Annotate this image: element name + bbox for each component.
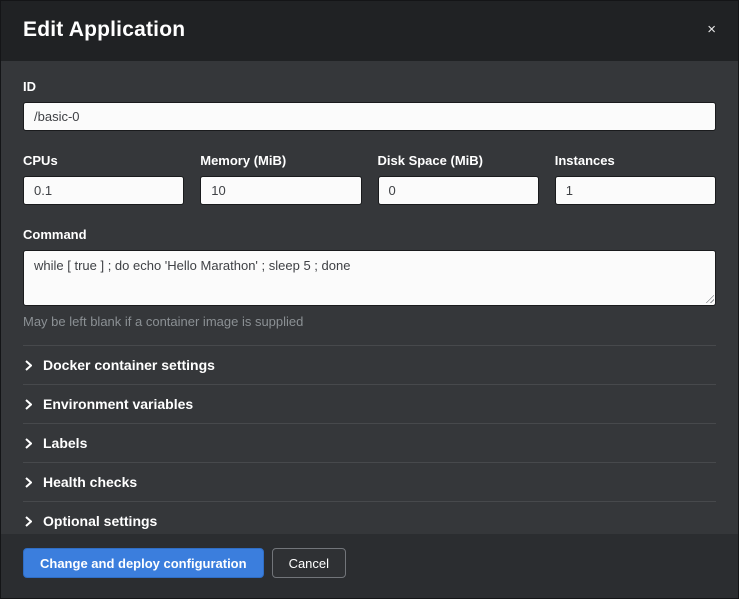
cancel-button[interactable]: Cancel xyxy=(272,548,346,578)
modal-title: Edit Application xyxy=(23,18,185,42)
section-label: Environment variables xyxy=(43,396,193,412)
disk-label: Disk Space (MiB) xyxy=(378,153,539,168)
cpus-label: CPUs xyxy=(23,153,184,168)
disk-field: Disk Space (MiB) xyxy=(378,153,539,205)
disk-input[interactable] xyxy=(378,176,539,205)
section-toggle-environment-variables[interactable]: Environment variables xyxy=(23,384,716,423)
instances-input[interactable] xyxy=(555,176,716,205)
close-icon[interactable]: × xyxy=(699,18,716,37)
section-label: Health checks xyxy=(43,474,137,490)
section-toggle-health-checks[interactable]: Health checks xyxy=(23,462,716,501)
command-input[interactable]: while [ true ] ; do echo 'Hello Marathon… xyxy=(23,250,716,306)
memory-label: Memory (MiB) xyxy=(200,153,361,168)
id-label: ID xyxy=(23,79,716,94)
command-field: Command while [ true ] ; do echo 'Hello … xyxy=(23,227,716,329)
edit-application-modal: Edit Application × ID CPUs Memory (MiB) … xyxy=(0,0,739,599)
instances-field: Instances xyxy=(555,153,716,205)
modal-body: ID CPUs Memory (MiB) Disk Space (MiB) In… xyxy=(1,61,738,534)
memory-field: Memory (MiB) xyxy=(200,153,361,205)
section-toggle-labels[interactable]: Labels xyxy=(23,423,716,462)
memory-input[interactable] xyxy=(200,176,361,205)
section-toggle-optional-settings[interactable]: Optional settings xyxy=(23,501,716,534)
command-label: Command xyxy=(23,227,716,242)
section-label: Labels xyxy=(43,435,87,451)
section-label: Docker container settings xyxy=(43,357,215,373)
chevron-right-icon xyxy=(25,477,32,488)
chevron-right-icon xyxy=(25,516,32,527)
resources-row: CPUs Memory (MiB) Disk Space (MiB) Insta… xyxy=(23,153,716,205)
instances-label: Instances xyxy=(555,153,716,168)
section-label: Optional settings xyxy=(43,513,157,529)
cpus-field: CPUs xyxy=(23,153,184,205)
id-input[interactable] xyxy=(23,102,716,131)
cpus-input[interactable] xyxy=(23,176,184,205)
chevron-right-icon xyxy=(25,438,32,449)
section-toggle-docker-container-settings[interactable]: Docker container settings xyxy=(23,345,716,384)
chevron-right-icon xyxy=(25,360,32,371)
command-help-text: May be left blank if a container image i… xyxy=(23,314,716,329)
modal-header: Edit Application × xyxy=(1,1,738,61)
collapsible-sections: Docker container settings Environment va… xyxy=(23,345,716,534)
id-field: ID xyxy=(23,79,716,131)
change-and-deploy-button[interactable]: Change and deploy configuration xyxy=(23,548,264,578)
chevron-right-icon xyxy=(25,399,32,410)
modal-footer: Change and deploy configuration Cancel xyxy=(1,534,738,598)
